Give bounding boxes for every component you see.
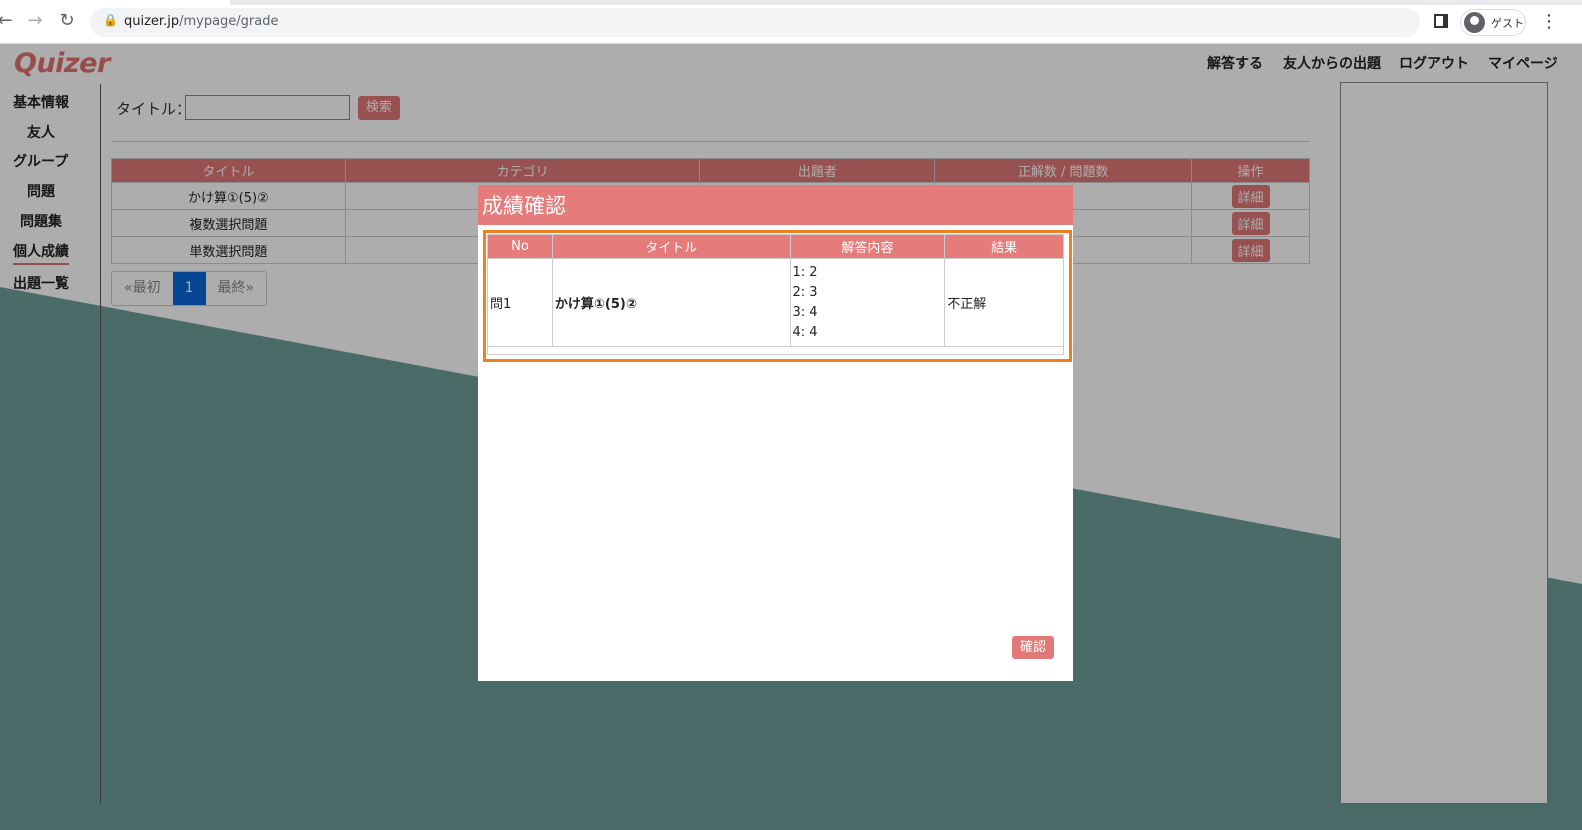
lock-icon: 🔒 [103, 13, 118, 27]
modal-title: 成績確認 [482, 194, 566, 218]
back-arrow-icon[interactable]: ← [0, 10, 16, 32]
browser-toolbar: ← → ↻ 🔒 quizer.jp/mypage/grade ゲスト ⋮ [0, 0, 1582, 44]
profile-button[interactable]: ゲスト [1460, 9, 1526, 36]
reload-icon[interactable]: ↻ [56, 10, 78, 32]
url-text: quizer.jp/mypage/grade [124, 14, 279, 29]
page-content: Quizer 解答する 友人からの出題 ログアウト マイページ 基本情報 友人 … [0, 44, 1582, 830]
modal-header: 成績確認 [478, 185, 1073, 225]
tab-strip [230, 0, 1582, 5]
grade-confirm-modal: 成績確認 No タイトル 解答内容 結果 問1 かけ算①(5)② 1: 2 2:… [478, 185, 1073, 681]
avatar-icon [1464, 12, 1485, 33]
menu-dots-icon[interactable]: ⋮ [1540, 11, 1558, 32]
confirm-button[interactable]: 確認 [1012, 636, 1054, 659]
forward-arrow-icon[interactable]: → [24, 10, 46, 32]
side-panel-icon[interactable] [1434, 14, 1448, 28]
highlight-box [483, 230, 1072, 362]
profile-name: ゲスト [1491, 17, 1524, 30]
address-bar[interactable]: 🔒 quizer.jp/mypage/grade [90, 8, 1420, 37]
